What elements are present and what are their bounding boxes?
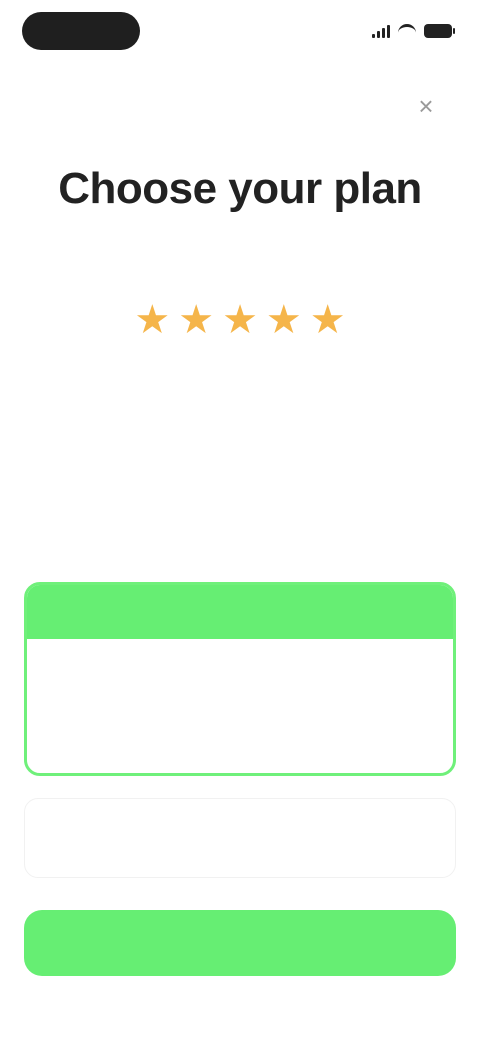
status-bar xyxy=(0,0,480,64)
status-icons xyxy=(372,20,455,42)
plan-badge xyxy=(27,585,453,639)
battery-icon xyxy=(424,24,455,38)
continue-button[interactable] xyxy=(24,910,456,976)
close-icon: × xyxy=(418,91,434,121)
plan-card-selected[interactable] xyxy=(24,582,456,776)
status-time-pill xyxy=(22,12,140,50)
star-icon: ★ xyxy=(222,298,258,342)
star-icon: ★ xyxy=(178,298,215,342)
wifi-icon xyxy=(398,23,416,39)
plan-body xyxy=(27,639,453,665)
star-icon: ★ xyxy=(309,298,346,342)
paywall-screen: × Choose your plan ★ ★ ★ ★ ★ xyxy=(0,0,480,1040)
close-button[interactable]: × xyxy=(408,88,444,124)
page-title: Choose your plan xyxy=(58,164,422,213)
star-icon: ★ xyxy=(134,298,171,342)
star-icon: ★ xyxy=(265,298,302,342)
plan-card-secondary[interactable] xyxy=(24,798,456,878)
rating-stars: ★ ★ ★ ★ ★ xyxy=(0,300,480,340)
signal-icon xyxy=(372,24,390,38)
